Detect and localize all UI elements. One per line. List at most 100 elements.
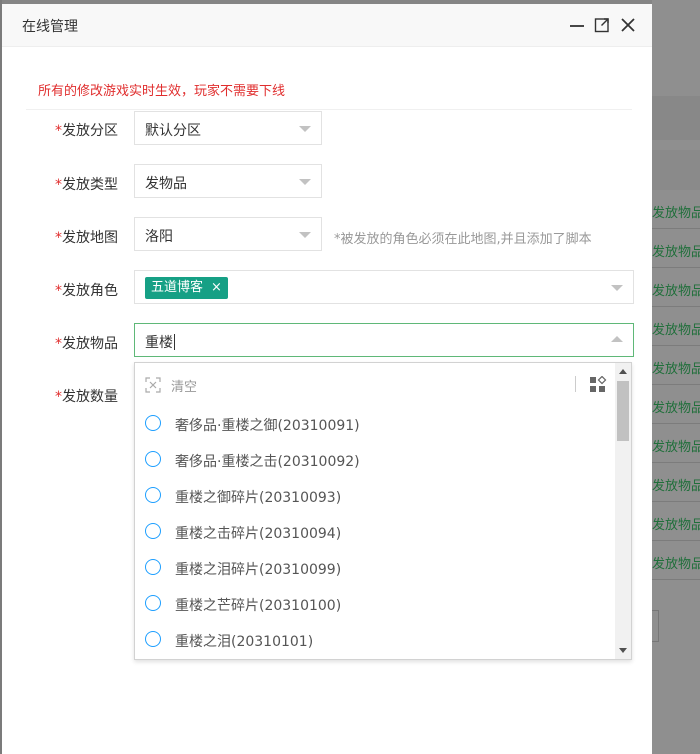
option-label: 奢侈品·重楼之击(20310092) xyxy=(175,454,360,470)
background-divider xyxy=(652,228,700,229)
background-link: 发放物品 xyxy=(652,323,700,338)
maximize-button[interactable] xyxy=(593,16,611,34)
close-icon xyxy=(621,18,635,32)
background-link: 发放物品 xyxy=(652,245,700,260)
option-label: 重楼之御碎片(20310093) xyxy=(175,490,342,506)
option-label: 重楼之泪(20310101) xyxy=(175,634,314,650)
item-search-input[interactable]: 重楼 xyxy=(145,332,175,352)
role-tag: 五道博客 × xyxy=(145,277,228,299)
required-mark: * xyxy=(55,389,62,405)
background-band xyxy=(652,96,700,140)
background-divider xyxy=(652,501,700,502)
item-label: *发放物品 xyxy=(22,333,118,353)
option-label: 重楼之泪碎片(20310099) xyxy=(175,562,342,578)
chevron-down-icon xyxy=(299,232,311,238)
background-divider xyxy=(652,345,700,346)
dropdown-scrollbar[interactable] xyxy=(615,363,631,659)
option-label: 重楼之芒碎片(20310100) xyxy=(175,598,342,614)
dropdown-option[interactable]: 重楼之击碎片(20310094) xyxy=(135,515,617,551)
clear-button[interactable]: 清空 xyxy=(171,376,197,395)
chevron-down-icon xyxy=(611,285,623,291)
radio-icon xyxy=(145,415,161,431)
quantity-label: *发放数量 xyxy=(22,386,118,406)
radio-icon xyxy=(145,523,161,539)
item-search-select[interactable]: 重楼 xyxy=(134,323,634,357)
background-divider xyxy=(652,462,700,463)
zone-label: *发放分区 xyxy=(22,120,118,140)
type-label: *发放类型 xyxy=(22,174,118,194)
background-divider xyxy=(652,579,700,580)
close-button[interactable] xyxy=(619,16,637,34)
map-hint: *被发放的角色必须在此地图,并且添加了脚本 xyxy=(334,232,592,247)
role-multiselect[interactable]: 五道博客 × xyxy=(134,270,634,304)
remove-tag-icon[interactable]: × xyxy=(211,277,222,299)
radio-icon xyxy=(145,487,161,503)
type-select[interactable]: 发物品 xyxy=(134,164,322,198)
toolbar-divider xyxy=(575,376,576,392)
quantity-label-text: 发放数量 xyxy=(62,389,118,405)
scroll-down-icon[interactable] xyxy=(619,648,627,653)
option-label: 奢侈品·重楼之御(20310091) xyxy=(175,418,360,434)
grid-icon[interactable] xyxy=(589,375,607,398)
background-link: 发放物品 xyxy=(652,440,700,455)
map-select[interactable]: 洛阳 xyxy=(134,217,322,251)
role-label-text: 发放角色 xyxy=(62,283,118,299)
dropdown-toolbar: 清空 xyxy=(135,363,617,403)
notice-divider xyxy=(26,109,632,110)
dropdown-option[interactable]: 重楼之泪碎片(20310099) xyxy=(135,551,617,587)
minimize-icon xyxy=(570,25,584,27)
radio-icon xyxy=(145,451,161,467)
item-label-text: 发放物品 xyxy=(62,336,118,352)
dropdown-option[interactable]: 重楼之御碎片(20310093) xyxy=(135,479,617,515)
type-select-value: 发物品 xyxy=(145,176,187,192)
background-divider xyxy=(652,267,700,268)
scrollbar-thumb[interactable] xyxy=(617,381,629,441)
required-mark: * xyxy=(55,283,62,299)
zone-select-value: 默认分区 xyxy=(145,123,201,139)
map-select-value: 洛阳 xyxy=(145,229,173,245)
dropdown-option[interactable]: 奢侈品·重楼之击(20310092) xyxy=(135,443,617,479)
item-search-value: 重楼 xyxy=(145,335,173,351)
background-link: 发放物品 xyxy=(652,206,700,221)
chevron-up-icon xyxy=(611,336,623,342)
radio-icon xyxy=(145,631,161,647)
dropdown-option[interactable]: 重楼之泪(20310101) xyxy=(135,623,617,659)
zone-select[interactable]: 默认分区 xyxy=(134,111,322,145)
option-label: 重楼之击碎片(20310094) xyxy=(175,526,342,542)
type-label-text: 发放类型 xyxy=(62,177,118,193)
text-cursor xyxy=(174,334,175,350)
background-link: 发放物品 xyxy=(652,479,700,494)
online-management-modal: 在线管理 所有的修改游戏实时生效，玩家不需要下线 *发放分区 默认分区 *发放类… xyxy=(2,4,652,754)
minimize-button[interactable] xyxy=(568,16,586,34)
clear-icon[interactable] xyxy=(145,377,161,397)
role-tag-label: 五道博客 xyxy=(151,280,204,295)
dropdown-option[interactable]: 奢侈品·重楼之御(20310091) xyxy=(135,407,617,443)
background-link: 发放物品 xyxy=(652,518,700,533)
dropdown-option[interactable]: 重楼之芒碎片(20310100) xyxy=(135,587,617,623)
scroll-up-icon[interactable] xyxy=(619,369,627,374)
background-divider xyxy=(652,306,700,307)
background-link: 发放物品 xyxy=(652,284,700,299)
map-label-text: 发放地图 xyxy=(62,230,118,246)
background-link: 发放物品 xyxy=(652,362,700,377)
item-dropdown: 清空 奢侈品·重楼之御(20310091) 奢侈品·重楼之击(20310092)… xyxy=(134,362,632,660)
radio-icon xyxy=(145,595,161,611)
radio-icon xyxy=(145,559,161,575)
realtime-notice: 所有的修改游戏实时生效，玩家不需要下线 xyxy=(38,84,286,99)
map-label: *发放地图 xyxy=(22,227,118,247)
zone-label-text: 发放分区 xyxy=(62,123,118,139)
background-page: 发放物品 发放物品 发放物品 发放物品 发放物品 发放物品 发放物品 发放物品 … xyxy=(652,0,700,754)
background-link: 发放物品 xyxy=(652,557,700,572)
background-divider xyxy=(652,540,700,541)
modal-title: 在线管理 xyxy=(22,19,78,35)
required-mark: * xyxy=(55,336,62,352)
modal-header: 在线管理 xyxy=(2,4,652,47)
required-mark: * xyxy=(55,177,62,193)
required-mark: * xyxy=(55,230,62,246)
maximize-icon xyxy=(594,18,609,33)
required-mark: * xyxy=(55,123,62,139)
background-divider xyxy=(652,384,700,385)
chevron-down-icon xyxy=(299,179,311,185)
background-divider xyxy=(652,423,700,424)
role-label: *发放角色 xyxy=(22,280,118,300)
